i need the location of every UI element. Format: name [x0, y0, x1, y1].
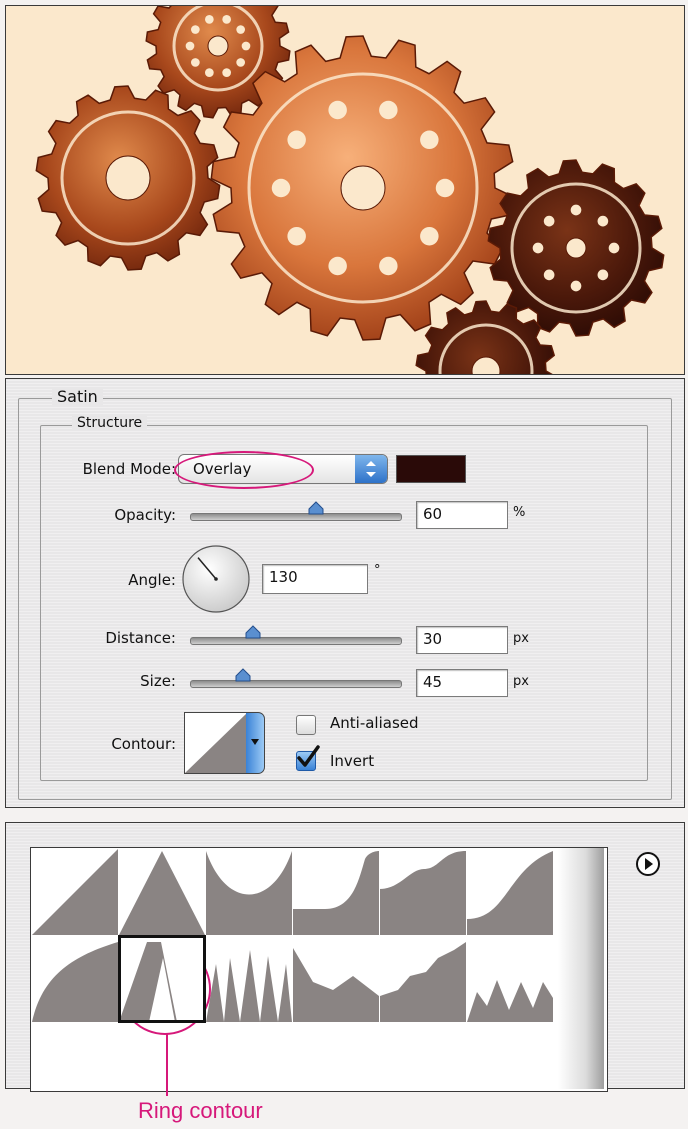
opacity-unit: % — [513, 505, 526, 520]
contour-preset-cove-shallow[interactable] — [380, 936, 466, 1022]
size-unit: px — [513, 674, 529, 689]
contour-dropdown-button[interactable] — [246, 712, 265, 774]
size-field[interactable]: 45 — [416, 669, 508, 697]
ring-contour-caption: Ring contour — [138, 1098, 263, 1123]
contour-shape-icon — [467, 980, 553, 1022]
distance-label: Distance: — [105, 629, 176, 647]
distance-unit: px — [513, 631, 529, 646]
contour-preset-ring[interactable] — [118, 935, 206, 1023]
structure-title: Structure — [72, 415, 148, 431]
satin-color-swatch[interactable] — [396, 455, 466, 483]
angle-label: Angle: — [128, 571, 176, 589]
contour-preset-cove-deep[interactable] — [293, 936, 379, 1022]
satin-panel: Satin Structure Blend Mode: Overlay Opac… — [5, 378, 685, 808]
contour-shape-icon — [32, 942, 118, 1022]
contour-shape-icon — [119, 942, 177, 1022]
contour-shape-icon — [293, 948, 379, 1022]
invert-label: Invert — [330, 752, 375, 770]
blend-mode-label: Blend Mode: — [82, 460, 176, 478]
gears-illustration — [35, 6, 665, 374]
callout-line — [166, 1034, 168, 1096]
contour-shape-icon — [380, 851, 466, 935]
checkmark-icon — [297, 745, 320, 767]
contour-shape-icon — [206, 851, 292, 935]
contour-shape-icon — [32, 849, 118, 935]
size-label: Size: — [140, 672, 176, 690]
opacity-field[interactable]: 60 — [416, 501, 508, 529]
angle-field[interactable]: 130 — [262, 564, 368, 594]
contour-label: Contour: — [111, 735, 176, 753]
contour-shape-icon — [119, 851, 205, 935]
opacity-label: Opacity: — [114, 506, 176, 524]
contour-preset-ring-double[interactable] — [206, 936, 292, 1022]
invert-checkbox[interactable] — [296, 745, 320, 771]
chevron-down-icon — [251, 739, 259, 745]
contour-picker-panel — [5, 822, 685, 1092]
contour-preset-half-round[interactable] — [380, 849, 466, 935]
anti-aliased-checkbox[interactable] — [296, 715, 316, 735]
anti-aliased-label: Anti-aliased — [330, 714, 419, 732]
highlight-ellipse-blend-mode — [174, 451, 314, 489]
contour-shape-icon — [206, 950, 292, 1022]
contour-shape-icon — [380, 942, 466, 1022]
contour-preset-cone[interactable] — [119, 849, 205, 935]
picker-menu-button[interactable] — [635, 851, 661, 877]
picker-scrollbar[interactable] — [558, 848, 604, 1089]
contour-preset-rounded-steps[interactable] — [32, 936, 118, 1022]
contour-preset-grid — [30, 847, 608, 1092]
contour-preset-gaussian[interactable] — [293, 849, 379, 935]
opacity-slider[interactable] — [190, 513, 402, 521]
select-arrows-icon — [355, 455, 387, 483]
gears-preview-image — [5, 5, 685, 375]
contour-preset-sawtooth[interactable] — [467, 936, 553, 1022]
play-arrow-icon — [636, 852, 660, 876]
satin-title: Satin — [52, 387, 103, 406]
contour-preview[interactable] — [184, 712, 248, 774]
angle-dial[interactable] — [181, 544, 251, 614]
contour-shape-icon — [293, 851, 379, 935]
size-slider[interactable] — [190, 680, 402, 688]
contour-preset-rolling-slope[interactable] — [467, 849, 553, 935]
contour-preset-cone-inverted[interactable] — [206, 849, 292, 935]
distance-field[interactable]: 30 — [416, 626, 508, 654]
angle-unit: ° — [374, 563, 381, 578]
contour-shape-icon — [467, 851, 553, 935]
distance-slider[interactable] — [190, 637, 402, 645]
contour-preset-linear[interactable] — [32, 849, 118, 935]
